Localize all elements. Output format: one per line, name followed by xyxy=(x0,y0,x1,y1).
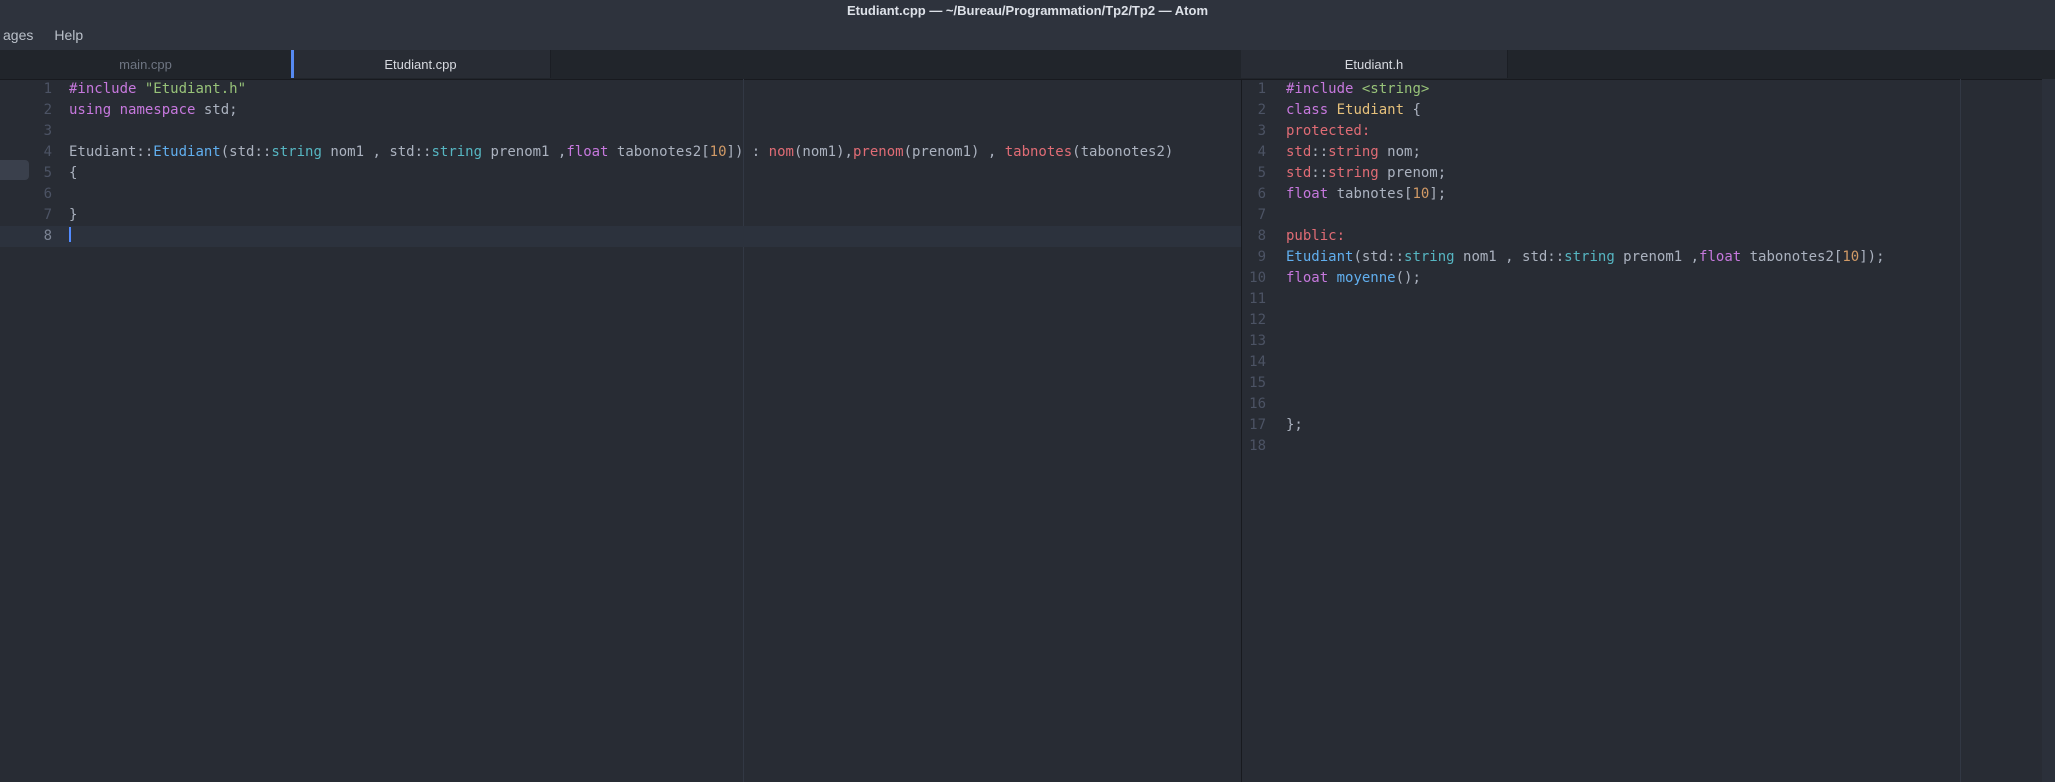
code-text: using namespace std; xyxy=(69,102,238,118)
editor-pane-left[interactable]: 1 #include "Etudiant.h" 2 using namespace s… xyxy=(0,79,1242,782)
line-number[interactable]: 1 xyxy=(0,79,52,100)
code-text: } xyxy=(69,207,78,223)
code-line[interactable]: 5{ xyxy=(0,163,1241,184)
tab-etudiant-h[interactable]: Etudiant.h xyxy=(1241,50,1508,78)
code-text: Etudiant::Etudiant(std::string nom1 , st… xyxy=(69,144,1174,160)
tab-bar: main.cpp Etudiant.cpp Etudiant.h xyxy=(0,50,2055,80)
line-number[interactable]: 3 xyxy=(1242,121,1266,142)
code-text: }; xyxy=(1286,417,1303,433)
tab-label: main.cpp xyxy=(119,56,172,72)
code-text: float moyenne(); xyxy=(1286,270,1421,286)
line-number[interactable]: 5 xyxy=(1242,163,1266,184)
code-line[interactable]: 17}; xyxy=(1242,415,2055,436)
code-line[interactable]: 4 std::string nom; xyxy=(1242,142,2055,163)
code-text: { xyxy=(69,165,78,181)
code-line[interactable]: 7} xyxy=(0,205,1241,226)
code-line[interactable]: 16 xyxy=(1242,394,2055,415)
code-line[interactable]: 15 xyxy=(1242,373,2055,394)
atom-window: Etudiant.cpp — ~/Bureau/Programmation/Tp… xyxy=(0,0,2055,782)
code-line[interactable]: 12 xyxy=(1242,310,2055,331)
code-line[interactable]: 6 float tabnotes[10]; xyxy=(1242,184,2055,205)
line-number[interactable]: 8 xyxy=(0,226,52,247)
code-text: #include <string> xyxy=(1286,81,1430,97)
code-line[interactable]: 6 xyxy=(0,184,1241,205)
line-number[interactable]: 8 xyxy=(1242,226,1266,247)
tab-label: Etudiant.h xyxy=(1344,56,1404,72)
code-lines-right: 1 #include <string> 2 class Etudiant { 3 prot… xyxy=(1242,79,2055,457)
code-text: protected: xyxy=(1286,123,1371,139)
line-number[interactable]: 4 xyxy=(1242,142,1266,163)
code-line[interactable]: 8 xyxy=(0,226,1241,247)
menu-item-packages-truncated[interactable]: ages xyxy=(0,20,42,50)
line-number[interactable]: 6 xyxy=(1242,184,1266,205)
code-text: std::string nom; xyxy=(1286,144,1421,160)
line-number[interactable]: 17 xyxy=(1242,415,1266,436)
line-number[interactable]: 15 xyxy=(1242,373,1266,394)
line-number[interactable]: 1 xyxy=(1242,79,1266,100)
line-number[interactable]: 6 xyxy=(0,184,52,205)
code-line[interactable]: 2 class Etudiant { xyxy=(1242,100,2055,121)
code-line[interactable]: 1 #include "Etudiant.h" xyxy=(0,79,1241,100)
code-line[interactable]: 4 Etudiant::Etudiant(std::string nom1 , s… xyxy=(0,142,1241,163)
line-number[interactable]: 3 xyxy=(0,121,52,142)
code-line[interactable]: 9 Etudiant(std::string nom1 , std::string… xyxy=(1242,247,2055,268)
code-text: std::string prenom; xyxy=(1286,165,1447,181)
code-lines-left: 1 #include "Etudiant.h" 2 using namespace s… xyxy=(0,79,1241,247)
code-line[interactable]: 7 xyxy=(1242,205,2055,226)
code-line[interactable]: 18 xyxy=(1242,436,2055,457)
line-number[interactable]: 9 xyxy=(1242,247,1266,268)
code-text: float tabnotes[10]; xyxy=(1286,186,1447,202)
scrollbar[interactable] xyxy=(2042,79,2055,782)
line-number[interactable]: 14 xyxy=(1242,352,1266,373)
code-text: Etudiant(std::string nom1 , std::string … xyxy=(1286,249,1885,265)
tab-main-cpp[interactable]: main.cpp xyxy=(0,50,292,78)
tab-etudiant-cpp[interactable]: Etudiant.cpp xyxy=(291,50,551,78)
code-text: public: xyxy=(1286,228,1346,244)
line-number[interactable]: 12 xyxy=(1242,310,1266,331)
line-number[interactable]: 2 xyxy=(0,100,52,121)
window-title: Etudiant.cpp — ~/Bureau/Programmation/Tp… xyxy=(846,2,1209,18)
tab-label: Etudiant.cpp xyxy=(384,56,457,72)
code-text xyxy=(52,226,71,247)
code-line[interactable]: 2 using namespace std; xyxy=(0,100,1241,121)
line-number[interactable]: 7 xyxy=(0,205,52,226)
code-line[interactable]: 3 protected: xyxy=(1242,121,2055,142)
code-text: #include "Etudiant.h" xyxy=(69,81,247,97)
menu-bar: ages Help xyxy=(0,20,2055,50)
line-number[interactable]: 2 xyxy=(1242,100,1266,121)
line-number[interactable]: 18 xyxy=(1242,436,1266,457)
code-line[interactable]: 14 xyxy=(1242,352,2055,373)
code-line[interactable]: 13 xyxy=(1242,331,2055,352)
code-line[interactable]: 1 #include <string> xyxy=(1242,79,2055,100)
code-line[interactable]: 11 xyxy=(1242,289,2055,310)
menu-item-help[interactable]: Help xyxy=(42,20,95,50)
code-line[interactable]: 10 float moyenne(); xyxy=(1242,268,2055,289)
editor-pane-right[interactable]: 1 #include <string> 2 class Etudiant { 3 prot… xyxy=(1242,79,2055,782)
dock-toggle-handle[interactable] xyxy=(0,160,29,180)
line-number[interactable]: 10 xyxy=(1242,268,1266,289)
line-number[interactable]: 16 xyxy=(1242,394,1266,415)
code-line[interactable]: 5 std::string prenom; xyxy=(1242,163,2055,184)
text-cursor xyxy=(69,227,71,242)
line-number[interactable]: 11 xyxy=(1242,289,1266,310)
code-line[interactable]: 8 public: xyxy=(1242,226,2055,247)
title-bar: Etudiant.cpp — ~/Bureau/Programmation/Tp… xyxy=(0,0,2055,20)
line-number[interactable]: 13 xyxy=(1242,331,1266,352)
code-text: class Etudiant { xyxy=(1286,102,1421,118)
code-line[interactable]: 3 xyxy=(0,121,1241,142)
editor-area: 1 #include "Etudiant.h" 2 using namespace s… xyxy=(0,79,2055,782)
line-number[interactable]: 7 xyxy=(1242,205,1266,226)
